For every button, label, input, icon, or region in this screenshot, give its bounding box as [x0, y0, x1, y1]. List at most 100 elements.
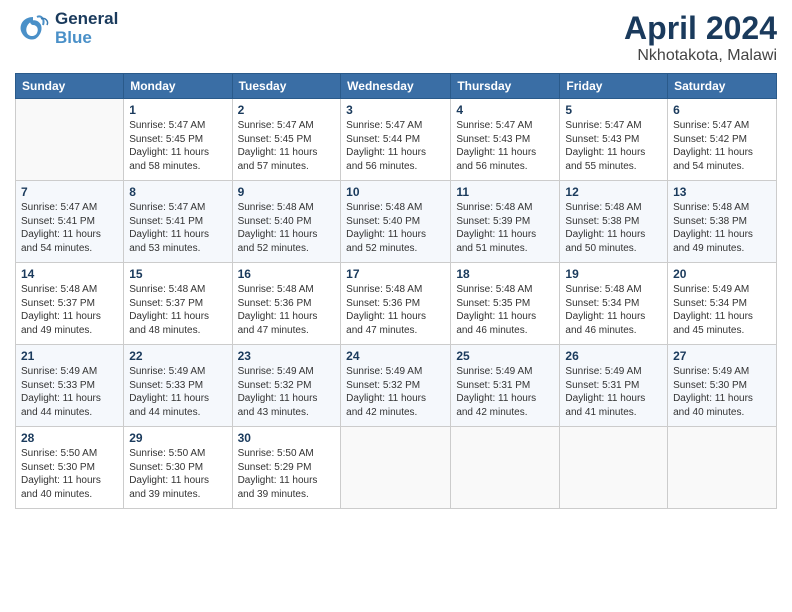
day-number: 23 [238, 349, 336, 363]
calendar-cell: 23 Sunrise: 5:49 AMSunset: 5:32 PMDayligh… [232, 345, 341, 427]
day-number: 21 [21, 349, 118, 363]
calendar-cell: 14 Sunrise: 5:48 AMSunset: 5:37 PMDayligh… [16, 263, 124, 345]
calendar-day-header: Wednesday [341, 74, 451, 99]
day-info: Sunrise: 5:48 AMSunset: 5:38 PMDaylight:… [565, 201, 662, 255]
calendar-day-header: Monday [124, 74, 232, 99]
title-block: April 2024 Nkhotakota, Malawi [624, 10, 777, 65]
day-info: Sunrise: 5:48 AMSunset: 5:38 PMDaylight:… [673, 201, 771, 255]
day-number: 26 [565, 349, 662, 363]
day-info: Sunrise: 5:48 AMSunset: 5:34 PMDaylight:… [565, 283, 662, 337]
day-info: Sunrise: 5:47 AMSunset: 5:43 PMDaylight:… [456, 119, 554, 173]
day-info: Sunrise: 5:48 AMSunset: 5:39 PMDaylight:… [456, 201, 554, 255]
calendar-cell: 12Sunrise: 5:48 AMSunset: 5:38 PMDayligh… [560, 181, 668, 263]
page-header: General Blue April 2024 Nkhotakota, Mala… [15, 10, 777, 65]
month-title: April 2024 [624, 10, 777, 47]
day-number: 4 [456, 103, 554, 117]
calendar-cell: 22Sunrise: 5:49 AMSunset: 5:33 PMDayligh… [124, 345, 232, 427]
calendar-cell [451, 427, 560, 509]
calendar-cell: 15Sunrise: 5:48 AMSunset: 5:37 PMDayligh… [124, 263, 232, 345]
day-number: 3 [346, 103, 445, 117]
day-info: Sunrise: 5:48 AMSunset: 5:40 PMDaylight:… [346, 201, 445, 255]
day-info: Sunrise: 5:48 AMSunset: 5:37 PMDaylight:… [21, 283, 118, 337]
calendar-cell [341, 427, 451, 509]
calendar-cell: 6 Sunrise: 5:47 AMSunset: 5:42 PMDaylight… [668, 99, 777, 181]
day-number: 10 [346, 185, 445, 199]
day-info: Sunrise: 5:49 AMSunset: 5:31 PMDaylight:… [456, 365, 554, 419]
day-number: 5 [565, 103, 662, 117]
day-info: Sunrise: 5:49 AMSunset: 5:31 PMDaylight:… [565, 365, 662, 419]
calendar-cell [668, 427, 777, 509]
day-info: Sunrise: 5:48 AMSunset: 5:36 PMDaylight:… [346, 283, 445, 337]
day-number: 22 [129, 349, 226, 363]
day-info: Sunrise: 5:49 AMSunset: 5:32 PMDaylight:… [346, 365, 445, 419]
logo-blue-text: Blue [55, 29, 118, 48]
day-info: Sunrise: 5:47 AMSunset: 5:45 PMDaylight:… [129, 119, 226, 173]
day-number: 25 [456, 349, 554, 363]
calendar-cell: 8 Sunrise: 5:47 AMSunset: 5:41 PMDaylight… [124, 181, 232, 263]
day-number: 13 [673, 185, 771, 199]
day-number: 19 [565, 267, 662, 281]
calendar-cell: 29 Sunrise: 5:50 AMSunset: 5:30 PMDayligh… [124, 427, 232, 509]
calendar-cell: 1 Sunrise: 5:47 AMSunset: 5:45 PMDaylight… [124, 99, 232, 181]
day-number: 11 [456, 185, 554, 199]
calendar-cell: 27 Sunrise: 5:49 AMSunset: 5:30 PMDayligh… [668, 345, 777, 427]
calendar-cell: 9 Sunrise: 5:48 AMSunset: 5:40 PMDaylight… [232, 181, 341, 263]
day-info: Sunrise: 5:50 AMSunset: 5:30 PMDaylight:… [129, 447, 226, 501]
day-info: Sunrise: 5:47 AMSunset: 5:43 PMDaylight:… [565, 119, 662, 173]
day-info: Sunrise: 5:49 AMSunset: 5:30 PMDaylight:… [673, 365, 771, 419]
calendar-week-row: 28 Sunrise: 5:50 AMSunset: 5:30 PMDayligh… [16, 427, 777, 509]
calendar-week-row: 1 Sunrise: 5:47 AMSunset: 5:45 PMDaylight… [16, 99, 777, 181]
calendar-cell: 18Sunrise: 5:48 AMSunset: 5:35 PMDayligh… [451, 263, 560, 345]
day-number: 1 [129, 103, 226, 117]
calendar-cell: 26 Sunrise: 5:49 AMSunset: 5:31 PMDayligh… [560, 345, 668, 427]
day-info: Sunrise: 5:47 AMSunset: 5:41 PMDaylight:… [129, 201, 226, 255]
day-number: 14 [21, 267, 118, 281]
calendar-week-row: 21 Sunrise: 5:49 AMSunset: 5:33 PMDayligh… [16, 345, 777, 427]
calendar-day-header: Tuesday [232, 74, 341, 99]
calendar-cell: 30 Sunrise: 5:50 AMSunset: 5:29 PMDayligh… [232, 427, 341, 509]
day-info: Sunrise: 5:48 AMSunset: 5:40 PMDaylight:… [238, 201, 336, 255]
day-number: 18 [456, 267, 554, 281]
day-info: Sunrise: 5:49 AMSunset: 5:33 PMDaylight:… [21, 365, 118, 419]
day-number: 7 [21, 185, 118, 199]
calendar-cell: 28 Sunrise: 5:50 AMSunset: 5:30 PMDayligh… [16, 427, 124, 509]
day-number: 20 [673, 267, 771, 281]
day-number: 28 [21, 431, 118, 445]
day-info: Sunrise: 5:50 AMSunset: 5:30 PMDaylight:… [21, 447, 118, 501]
calendar-table: SundayMondayTuesdayWednesdayThursdayFrid… [15, 73, 777, 509]
day-info: Sunrise: 5:47 AMSunset: 5:41 PMDaylight:… [21, 201, 118, 255]
day-number: 30 [238, 431, 336, 445]
calendar-cell: 4 Sunrise: 5:47 AMSunset: 5:43 PMDaylight… [451, 99, 560, 181]
logo-icon [15, 11, 51, 47]
day-number: 8 [129, 185, 226, 199]
logo-name: General Blue [55, 10, 118, 47]
day-number: 15 [129, 267, 226, 281]
calendar-cell [560, 427, 668, 509]
calendar-cell: 10 Sunrise: 5:48 AMSunset: 5:40 PMDayligh… [341, 181, 451, 263]
day-info: Sunrise: 5:50 AMSunset: 5:29 PMDaylight:… [238, 447, 336, 501]
day-number: 27 [673, 349, 771, 363]
calendar-cell: 24 Sunrise: 5:49 AMSunset: 5:32 PMDayligh… [341, 345, 451, 427]
day-number: 9 [238, 185, 336, 199]
calendar-cell: 19 Sunrise: 5:48 AMSunset: 5:34 PMDayligh… [560, 263, 668, 345]
day-info: Sunrise: 5:49 AMSunset: 5:32 PMDaylight:… [238, 365, 336, 419]
calendar-cell: 11 Sunrise: 5:48 AMSunset: 5:39 PMDayligh… [451, 181, 560, 263]
day-number: 29 [129, 431, 226, 445]
day-info: Sunrise: 5:47 AMSunset: 5:44 PMDaylight:… [346, 119, 445, 173]
calendar-day-header: Saturday [668, 74, 777, 99]
location-title: Nkhotakota, Malawi [624, 47, 777, 65]
calendar-cell: 16 Sunrise: 5:48 AMSunset: 5:36 PMDayligh… [232, 263, 341, 345]
calendar-cell: 21 Sunrise: 5:49 AMSunset: 5:33 PMDayligh… [16, 345, 124, 427]
day-info: Sunrise: 5:47 AMSunset: 5:42 PMDaylight:… [673, 119, 771, 173]
day-number: 6 [673, 103, 771, 117]
calendar-cell: 25 Sunrise: 5:49 AMSunset: 5:31 PMDayligh… [451, 345, 560, 427]
day-info: Sunrise: 5:49 AMSunset: 5:34 PMDaylight:… [673, 283, 771, 337]
day-info: Sunrise: 5:47 AMSunset: 5:45 PMDaylight:… [238, 119, 336, 173]
calendar-cell: 20 Sunrise: 5:49 AMSunset: 5:34 PMDayligh… [668, 263, 777, 345]
day-number: 24 [346, 349, 445, 363]
day-number: 16 [238, 267, 336, 281]
day-info: Sunrise: 5:48 AMSunset: 5:36 PMDaylight:… [238, 283, 336, 337]
logo: General Blue [15, 10, 118, 47]
calendar-day-header: Friday [560, 74, 668, 99]
calendar-day-header: Thursday [451, 74, 560, 99]
